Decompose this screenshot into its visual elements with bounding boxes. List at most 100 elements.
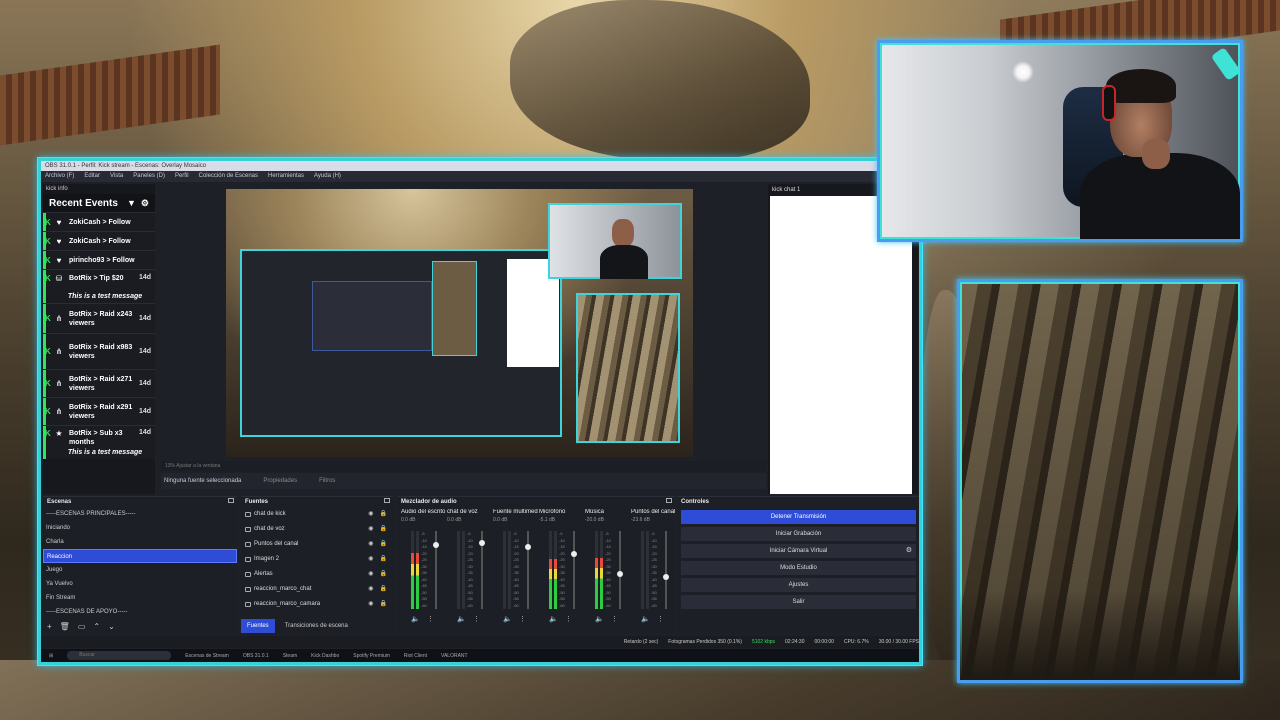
volume-fader[interactable] <box>617 531 623 609</box>
stop-streaming-button[interactable]: Detener Transmisión <box>681 510 916 524</box>
volume-fader[interactable] <box>663 531 669 609</box>
menu-perfil[interactable]: Perfil <box>175 171 189 182</box>
scene-item[interactable]: Ya Vuelvo <box>43 577 237 591</box>
event-row[interactable]: K ★ BotRix > Sub x3 months 14d This is a… <box>43 425 155 459</box>
undock-icon[interactable] <box>384 498 390 503</box>
tab-transitions[interactable]: Transiciones de escena <box>279 619 354 633</box>
lock-icon[interactable]: 🔒 <box>380 507 387 522</box>
lock-icon[interactable]: 🔒 <box>380 522 387 537</box>
menu-editar[interactable]: Editar <box>84 171 100 182</box>
taskbar-item[interactable]: Kick Dashbo <box>311 653 339 659</box>
speaker-icon[interactable]: 🔈 <box>641 615 650 623</box>
more-options-icon[interactable]: ⋮ <box>565 615 572 623</box>
lock-icon[interactable]: 🔒 <box>380 597 387 612</box>
scene-item[interactable]: Fin Stream <box>43 591 237 605</box>
volume-fader[interactable] <box>433 531 439 609</box>
scene-item[interactable]: Charla <box>43 535 237 549</box>
taskbar-item[interactable]: Riot Client <box>404 653 427 659</box>
windows-start-icon[interactable]: ⊞ <box>49 653 53 659</box>
taskbar-item[interactable]: Spotify Premium <box>353 653 390 659</box>
more-options-icon[interactable]: ⋮ <box>427 615 434 623</box>
lock-icon[interactable]: 🔒 <box>380 552 387 567</box>
volume-fader[interactable] <box>525 531 531 609</box>
eye-icon[interactable]: ◉ <box>368 567 373 582</box>
taskbar-item[interactable]: Escenas de Stream <box>185 653 229 659</box>
move-up-icon[interactable]: ⌃ <box>93 622 100 631</box>
taskbar-search[interactable]: Buscar <box>67 651 172 660</box>
speaker-icon[interactable]: 🔈 <box>503 615 512 623</box>
event-row[interactable]: K ⋔ BotRix > Raid x243 viewers 14d <box>43 303 155 333</box>
source-item[interactable]: Alertas ◉ 🔒 <box>241 567 393 582</box>
volume-fader[interactable] <box>479 531 485 609</box>
speaker-icon[interactable]: 🔈 <box>411 615 420 623</box>
tab-sources[interactable]: Fuentes <box>241 619 275 633</box>
preview-zoom-status[interactable]: 13% Ajustar a la ventana <box>161 461 766 471</box>
scene-item[interactable]: Iniciando <box>43 521 237 535</box>
fader-knob[interactable] <box>571 551 577 558</box>
lock-icon[interactable]: 🔒 <box>380 567 387 582</box>
properties-button[interactable]: Propiedades <box>263 473 297 489</box>
fader-knob[interactable] <box>433 541 439 548</box>
exit-button[interactable]: Salir <box>681 595 916 609</box>
more-options-icon[interactable]: ⋮ <box>657 615 664 623</box>
preview-canvas[interactable] <box>226 189 693 457</box>
event-row[interactable]: K ⋔ BotRix > Raid x291 viewers 14d <box>43 397 155 425</box>
add-icon[interactable]: + <box>47 622 52 631</box>
scene-item[interactable]: -----ESCENAS DE APOYO----- <box>43 605 237 619</box>
fader-knob[interactable] <box>525 543 531 550</box>
eye-icon[interactable]: ◉ <box>368 507 373 522</box>
source-item[interactable]: Imagen 2 ◉ 🔒 <box>241 552 393 567</box>
eye-icon[interactable]: ◉ <box>368 597 373 612</box>
eye-icon[interactable]: ◉ <box>368 552 373 567</box>
filter-icon[interactable]: ▼ <box>127 198 136 209</box>
menu-paneles[interactable]: Paneles (D) <box>133 171 165 182</box>
trash-icon[interactable]: 🗑 <box>60 622 70 631</box>
taskbar-item[interactable]: VALORANT <box>441 653 468 659</box>
gear-icon[interactable]: ⚙ <box>906 544 912 558</box>
scene-item-selected[interactable]: Reaccion <box>43 549 237 563</box>
speaker-icon[interactable]: 🔈 <box>595 615 604 623</box>
event-row[interactable]: K ♥ ZokiCash > Follow <box>43 212 155 231</box>
event-row[interactable]: K ⛁ BotRix > Tip $20 14d This is a test … <box>43 269 155 303</box>
volume-fader[interactable] <box>571 531 577 609</box>
menu-coleccion[interactable]: Colección de Escenas <box>199 171 258 182</box>
source-item[interactable]: chat de voz ◉ 🔒 <box>241 522 393 537</box>
fader-knob[interactable] <box>663 574 669 581</box>
taskbar-item[interactable]: OBS 31.0.1 <box>243 653 269 659</box>
filter-icon[interactable]: ▭ <box>78 622 86 631</box>
event-row[interactable]: K ⋔ BotRix > Raid x983 viewers 14d <box>43 333 155 369</box>
filters-button[interactable]: Filtros <box>319 473 335 489</box>
eye-icon[interactable]: ◉ <box>368 522 373 537</box>
source-item[interactable]: reaccion_marco_chat ◉ 🔒 <box>241 582 393 597</box>
fader-knob[interactable] <box>617 570 623 577</box>
menu-herramientas[interactable]: Herramientas <box>268 171 304 182</box>
virtual-camera-button[interactable]: Iniciar Cámara Virtual ⚙ <box>681 544 916 558</box>
undock-icon[interactable] <box>666 498 672 503</box>
speaker-icon[interactable]: 🔈 <box>549 615 558 623</box>
taskbar-item[interactable]: Steam <box>283 653 297 659</box>
scene-item[interactable]: Juego <box>43 563 237 577</box>
menu-archivo[interactable]: Archivo (F) <box>45 171 74 182</box>
speaker-icon[interactable]: 🔈 <box>457 615 466 623</box>
more-options-icon[interactable]: ⋮ <box>473 615 480 623</box>
event-row[interactable]: K ♥ pirincho93 > Follow <box>43 250 155 269</box>
more-options-icon[interactable]: ⋮ <box>611 615 618 623</box>
source-item[interactable]: reaccion_marco_camara ◉ 🔒 <box>241 597 393 612</box>
more-options-icon[interactable]: ⋮ <box>519 615 526 623</box>
eye-icon[interactable]: ◉ <box>368 582 373 597</box>
eye-icon[interactable]: ◉ <box>368 537 373 552</box>
source-item[interactable]: chat de kick ◉ 🔒 <box>241 507 393 522</box>
fader-knob[interactable] <box>479 539 485 546</box>
lock-icon[interactable]: 🔒 <box>380 582 387 597</box>
gear-icon[interactable]: ⚙ <box>141 198 149 209</box>
studio-mode-button[interactable]: Modo Estudio <box>681 561 916 575</box>
event-row[interactable]: K ♥ ZokiCash > Follow <box>43 231 155 250</box>
menu-ayuda[interactable]: Ayuda (H) <box>314 171 341 182</box>
menu-vista[interactable]: Vista <box>110 171 123 182</box>
event-row[interactable]: K ⋔ BotRix > Raid x271 viewers 14d <box>43 369 155 397</box>
move-down-icon[interactable]: ⌄ <box>108 622 115 631</box>
source-item[interactable]: Puntos del canal ◉ 🔒 <box>241 537 393 552</box>
start-recording-button[interactable]: Iniciar Grabación <box>681 527 916 541</box>
undock-icon[interactable] <box>228 498 234 503</box>
settings-button[interactable]: Ajustes <box>681 578 916 592</box>
